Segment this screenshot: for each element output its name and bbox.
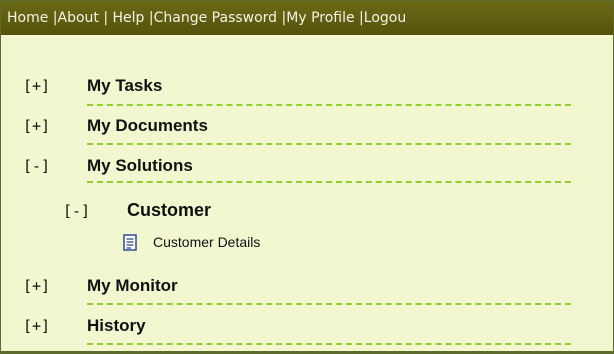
expand-toggle[interactable]: [+] (23, 317, 50, 335)
tree-node-label[interactable]: My Tasks (87, 76, 162, 96)
divider (87, 303, 571, 305)
divider (87, 143, 571, 145)
navigation-panel: Home |About | Help |Change Password |My … (0, 0, 614, 354)
divider (87, 343, 571, 345)
collapse-toggle[interactable]: [-] (23, 157, 50, 175)
change-password-link[interactable]: Change Password (154, 10, 282, 26)
tree-node-customer[interactable]: [-] Customer (1, 192, 613, 220)
tree-node-my-solutions[interactable]: [-] My Solutions (1, 149, 613, 176)
tree-node-label[interactable]: My Monitor (87, 276, 178, 296)
my-profile-link[interactable]: My Profile (286, 10, 359, 26)
expand-toggle[interactable]: [+] (23, 277, 50, 295)
help-link[interactable]: Help (108, 10, 149, 26)
divider (87, 181, 571, 183)
tree-node-my-monitor[interactable]: [+] My Monitor (1, 269, 613, 296)
document-icon (123, 234, 137, 251)
tree-node-label[interactable]: Customer (127, 200, 211, 221)
divider (87, 104, 571, 106)
tree-node-label[interactable]: My Documents (87, 116, 208, 136)
about-link[interactable]: About (58, 10, 104, 26)
collapse-toggle[interactable]: [-] (63, 202, 90, 220)
tree-node-my-tasks[interactable]: [+] My Tasks (1, 69, 613, 96)
tree-node-label[interactable]: Customer Details (153, 234, 260, 250)
tree-leaf-customer-details[interactable]: Customer Details (1, 231, 613, 255)
tree-node-label[interactable]: My Solutions (87, 156, 193, 176)
tree-node-my-documents[interactable]: [+] My Documents (1, 109, 613, 136)
top-navigation-bar: Home |About | Help |Change Password |My … (1, 1, 613, 35)
expand-toggle[interactable]: [+] (23, 77, 50, 95)
tree-node-history[interactable]: [+] History (1, 309, 613, 336)
logout-link[interactable]: Logou (364, 10, 406, 26)
expand-toggle[interactable]: [+] (23, 117, 50, 135)
bottom-border (1, 351, 613, 353)
tree-node-label[interactable]: History (87, 316, 146, 336)
home-link[interactable]: Home (7, 10, 53, 26)
